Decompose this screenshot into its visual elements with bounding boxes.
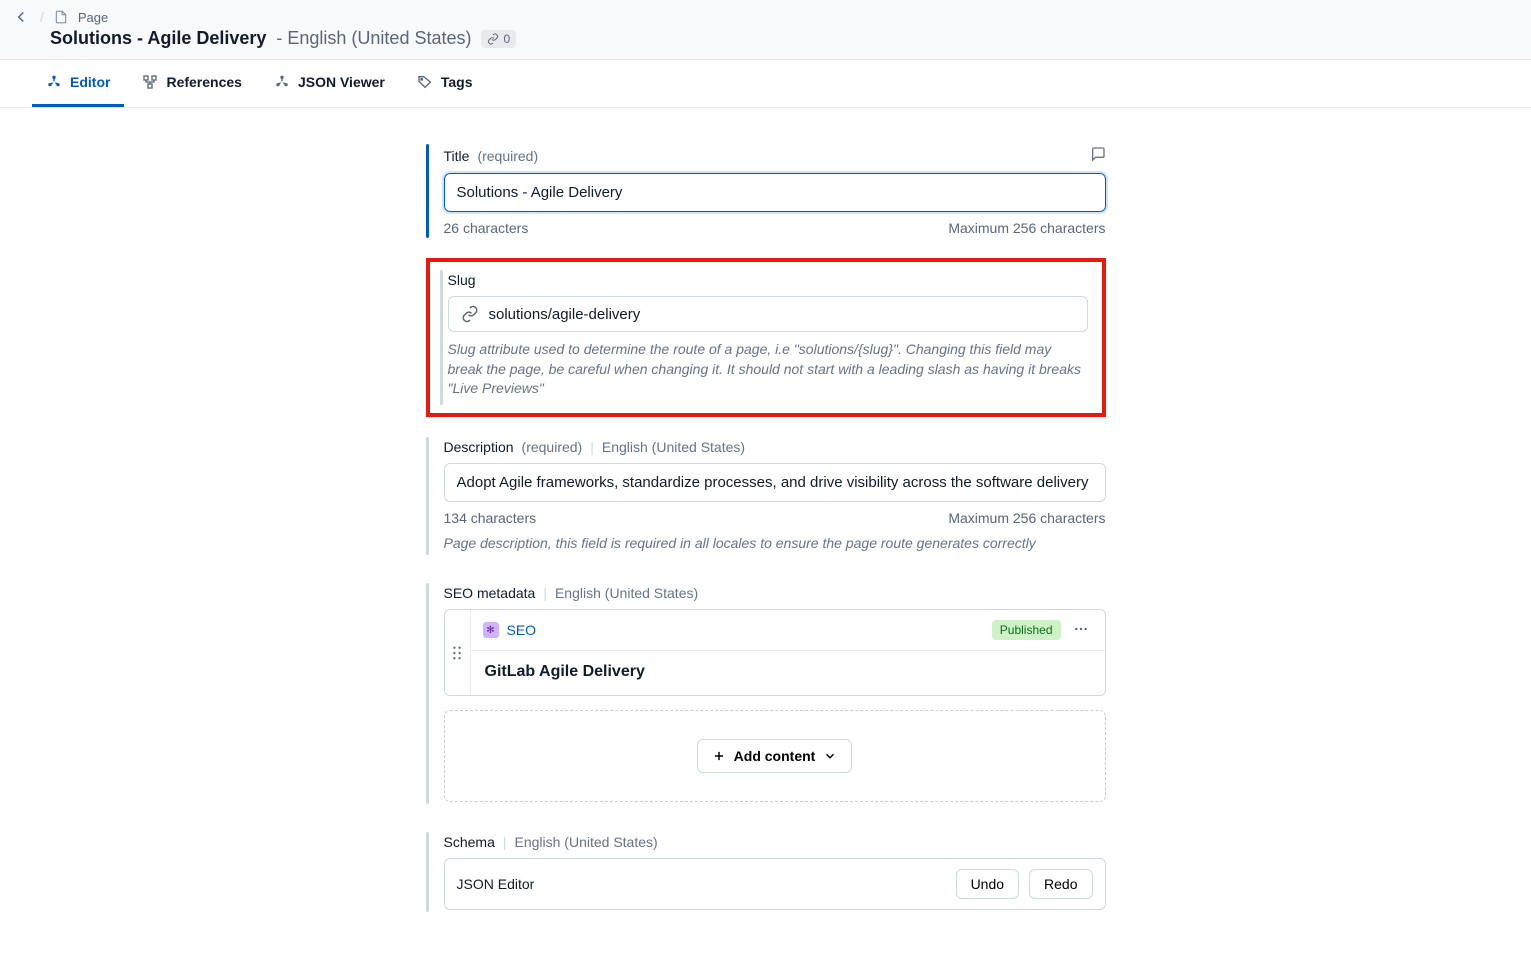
link-icon — [461, 305, 479, 323]
tab-editor[interactable]: Editor — [32, 60, 124, 107]
editor-content: Title (required) 26 characters Maximum 2… — [416, 136, 1116, 920]
tab-references[interactable]: References — [128, 60, 256, 107]
description-char-count: 134 characters — [444, 510, 537, 526]
tab-editor-label: Editor — [70, 74, 110, 90]
page-header: / Page Solutions - Agile Delivery - Engl… — [0, 0, 1531, 60]
link-count: 0 — [503, 32, 510, 46]
schema-locale: English (United States) — [515, 834, 658, 850]
field-slug: Slug Slug attribute used to determine th… — [426, 258, 1106, 417]
description-help: Page description, this field is required… — [444, 534, 1106, 554]
editor-tab-icon — [46, 74, 62, 90]
links-chip[interactable]: 0 — [481, 30, 516, 48]
seo-locale: English (United States) — [555, 585, 698, 601]
comment-icon[interactable] — [1090, 146, 1106, 165]
tab-tags-label: Tags — [441, 74, 473, 90]
page-title: Solutions - Agile Delivery — [50, 28, 266, 49]
field-schema: Schema | English (United States) JSON Ed… — [426, 824, 1106, 920]
seo-entry-card[interactable]: ✻ SEO Published GitLab Agile Delivery — [444, 609, 1106, 696]
seo-label: SEO metadata — [444, 585, 536, 601]
page-icon — [54, 10, 68, 24]
add-content-zone: Add content — [444, 710, 1106, 802]
more-menu-icon[interactable] — [1069, 621, 1093, 640]
title-required: (required) — [477, 148, 538, 164]
tab-references-label: References — [166, 74, 242, 90]
status-badge: Published — [992, 620, 1061, 640]
description-input[interactable] — [444, 463, 1106, 502]
description-char-max: Maximum 256 characters — [948, 510, 1105, 526]
undo-button[interactable]: Undo — [956, 869, 1019, 899]
tab-json-label: JSON Viewer — [298, 74, 385, 90]
entry-tabs: Editor References JSON Viewer Tags — [0, 60, 1531, 108]
seo-type-label[interactable]: SEO — [507, 622, 537, 638]
title-input[interactable] — [444, 173, 1106, 212]
link-icon — [487, 33, 499, 45]
slug-input-wrap[interactable] — [448, 296, 1088, 332]
description-required: (required) — [522, 439, 583, 455]
title-char-count: 26 characters — [444, 220, 529, 236]
add-content-button[interactable]: Add content — [697, 739, 853, 773]
json-editor-card: JSON Editor Undo Redo — [444, 858, 1106, 910]
plus-icon — [712, 749, 726, 763]
references-tab-icon — [142, 74, 158, 90]
chevron-down-icon — [823, 749, 837, 763]
tab-tags[interactable]: Tags — [403, 60, 487, 107]
title-label: Title — [444, 148, 470, 164]
tab-json-viewer[interactable]: JSON Viewer — [260, 60, 399, 107]
description-label: Description — [444, 439, 514, 455]
tags-tab-icon — [417, 74, 433, 90]
json-tab-icon — [274, 74, 290, 90]
breadcrumb-separator: / — [40, 9, 44, 25]
slug-label: Slug — [448, 272, 476, 288]
back-arrow-icon[interactable] — [12, 8, 30, 26]
field-title: Title (required) 26 characters Maximum 2… — [426, 136, 1106, 246]
title-char-max: Maximum 256 characters — [948, 220, 1105, 236]
description-locale: English (United States) — [602, 439, 745, 455]
field-seo: SEO metadata | English (United States) ✻… — [426, 575, 1106, 812]
redo-button[interactable]: Redo — [1029, 869, 1092, 899]
slug-input[interactable] — [489, 306, 1075, 323]
page-title-locale: - English (United States) — [276, 28, 471, 49]
add-content-label: Add content — [734, 748, 816, 764]
field-description: Description (required) | English (United… — [426, 429, 1106, 564]
seo-entry-title: GitLab Agile Delivery — [471, 651, 1105, 695]
json-editor-label: JSON Editor — [457, 876, 946, 892]
seo-type-icon: ✻ — [483, 622, 499, 638]
schema-label: Schema — [444, 834, 495, 850]
slug-help: Slug attribute used to determine the rou… — [448, 340, 1088, 399]
drag-handle-icon[interactable] — [445, 610, 471, 695]
content-type-crumb[interactable]: Page — [78, 10, 108, 25]
